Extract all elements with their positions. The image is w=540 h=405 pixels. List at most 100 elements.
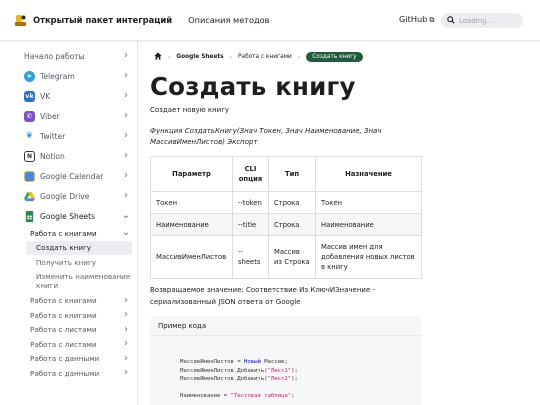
top-navbar: Открытый пакет интеграций Описания метод… xyxy=(0,0,540,40)
table-row: МассивИменЛистов --sheets Массив из Стро… xyxy=(150,235,422,279)
breadcrumb-separator: › xyxy=(229,53,233,61)
breadcrumb-item[interactable]: Работа с книгами xyxy=(238,54,292,60)
sidebar-item-label: Начало работы xyxy=(24,51,85,61)
sidebar-item-notion[interactable]: N Notion › xyxy=(20,146,132,166)
code-string: "Тестовая таблица" xyxy=(230,393,292,399)
chevron-down-icon: ⌄ xyxy=(121,227,131,239)
main-content: › Google Sheets › Работа с книгами › Соз… xyxy=(150,40,540,405)
code-token: ); xyxy=(291,376,298,382)
breadcrumb-separator: › xyxy=(297,53,301,61)
sidebar: Начало работы › ➤ Telegram › vk VK › ✆ V… xyxy=(0,40,138,405)
code-example: Пример кода МассивИменЛистов = Новый Мас… xyxy=(150,316,422,405)
sidebar-item-label: Работа с листами xyxy=(30,339,97,349)
table-cell: --token xyxy=(232,191,269,214)
notion-icon: N xyxy=(24,150,35,162)
sidebar-item-label: Работа с книгами xyxy=(30,310,97,320)
sidebar-item-viber[interactable]: ✆ Viber › xyxy=(20,106,132,126)
sidebar-item-rename-book[interactable]: Изменить наименование книги xyxy=(26,270,132,294)
function-signature: Функция СоздатьКнигу(Знач Токен, Знач На… xyxy=(150,127,382,146)
chevron-right-icon: › xyxy=(124,170,128,181)
chevron-right-icon: › xyxy=(124,367,128,379)
table-header: Параметр xyxy=(150,156,233,192)
breadcrumb-item[interactable]: Google Sheets xyxy=(176,54,223,60)
sidebar-item-label: Создать книгу xyxy=(36,243,92,253)
sidebar-category[interactable]: Работа с данными › xyxy=(26,352,132,367)
brand-link[interactable]: Открытый пакет интеграций xyxy=(14,14,172,27)
breadcrumb-separator: › xyxy=(168,53,171,61)
table-header: Тип xyxy=(268,156,316,192)
github-link[interactable]: GitHub ⧉ xyxy=(399,14,434,25)
sidebar-item-label: Работа с книгами xyxy=(30,296,97,306)
sidebar-item-create-book[interactable]: Создать книгу xyxy=(26,240,132,255)
sidebar-category[interactable]: Работа с листами › xyxy=(26,337,132,352)
chevron-right-icon: › xyxy=(124,150,128,161)
breadcrumb: › Google Sheets › Работа с книгами › Соз… xyxy=(150,52,363,62)
sidebar-item-label: Изменить наименование книги xyxy=(36,271,131,290)
chevron-right-icon: › xyxy=(124,338,128,350)
table-header-row: Параметр CLI опция Тип Назначение xyxy=(150,156,422,192)
sidebar-item-label: VK xyxy=(40,91,51,101)
code-token: МассивИменЛистов = xyxy=(180,359,244,365)
table-cell: Массив имен для добавления новых листов … xyxy=(315,235,422,279)
code-line: Наименование = "Тестовая таблица"; xyxy=(180,392,422,401)
sidebar-item-label: Работа с данными xyxy=(30,368,100,378)
sidebar-item-getting-started[interactable]: Начало работы › xyxy=(20,46,132,66)
sidebar-item-label: Получить книгу xyxy=(36,257,97,267)
sidebar-item-label: Notion xyxy=(40,151,65,161)
table-cell: Токен xyxy=(150,191,233,214)
chevron-right-icon: › xyxy=(124,190,128,201)
search-box[interactable] xyxy=(441,13,523,28)
chevron-right-icon: › xyxy=(124,50,128,61)
chevron-right-icon: › xyxy=(124,309,128,321)
table-cell: Строка xyxy=(268,191,316,214)
google-drive-icon xyxy=(24,191,35,201)
search-input[interactable] xyxy=(459,16,514,25)
sidebar-item-label: Работа с книгами xyxy=(30,228,97,238)
code-title: Пример кода xyxy=(150,316,422,336)
chevron-right-icon: › xyxy=(124,110,128,121)
table-cell: Токен xyxy=(315,191,422,214)
code-keyword: Новый xyxy=(244,359,261,365)
page-title: Создать книгу xyxy=(150,72,356,101)
external-link-icon: ⧉ xyxy=(429,16,435,24)
home-icon[interactable] xyxy=(154,52,162,62)
sidebar-item-label: Работа с листами xyxy=(30,325,97,335)
twitter-icon: ❦ xyxy=(24,130,35,142)
code-body[interactable]: МассивИменЛистов = Новый Массив; МассивИм… xyxy=(150,336,422,401)
chevron-right-icon: › xyxy=(124,323,128,335)
page-description: Создает новую книгу xyxy=(150,106,230,114)
sidebar-item-google-calendar[interactable]: Google Calendar › xyxy=(20,166,132,186)
sidebar-item-get-book[interactable]: Получить книгу xyxy=(26,255,132,270)
sidebar-item-twitter[interactable]: ❦ Twitter › xyxy=(20,126,132,146)
sidebar-item-label: Google Drive xyxy=(40,191,90,201)
code-string: "Лист2" xyxy=(267,376,292,382)
sidebar-category[interactable]: Работа с книгами › xyxy=(26,294,132,309)
chevron-right-icon: › xyxy=(124,90,128,101)
sidebar-category[interactable]: Работа с листами › xyxy=(26,323,132,338)
sidebar-item-label: Google Sheets xyxy=(40,211,96,221)
search-icon xyxy=(447,15,455,26)
code-token: МассивИменЛистов.Добавить( xyxy=(180,376,268,382)
sidebar-item-vk[interactable]: vk VK › xyxy=(20,86,132,106)
sidebar-item-google-drive[interactable]: Google Drive › xyxy=(20,186,132,206)
nav-link-methods[interactable]: Описания методов xyxy=(188,15,269,25)
parameters-table: Параметр CLI опция Тип Назначение Токен … xyxy=(150,156,422,279)
table-cell: Строка xyxy=(268,213,316,236)
table-cell: Наименование xyxy=(150,213,233,236)
table-cell: Наименование xyxy=(315,213,422,236)
code-line: МассивИменЛистов.Добавить("Лист1"); xyxy=(180,367,422,376)
sidebar-item-label: Twitter xyxy=(40,131,66,141)
table-header: CLI опция xyxy=(232,156,269,192)
sidebar-category-books[interactable]: Работа с книгами ⌄ xyxy=(26,226,132,241)
sidebar-item-telegram[interactable]: ➤ Telegram › xyxy=(20,66,132,86)
chevron-right-icon: › xyxy=(124,70,128,81)
google-sheets-icon xyxy=(25,210,34,222)
sidebar-item-google-sheets[interactable]: Google Sheets ⌄ xyxy=(20,206,132,226)
code-string: "Лист1" xyxy=(267,367,292,374)
github-label: GitHub xyxy=(399,14,428,24)
code-line: МассивИменЛистов = Новый Массив; xyxy=(180,358,422,367)
table-row: Токен --token Строка Токен xyxy=(150,191,422,214)
code-token: МассивИменЛистов.Добавить( xyxy=(180,367,268,374)
sidebar-category[interactable]: Работа с данными › xyxy=(26,366,132,381)
sidebar-category[interactable]: Работа с книгами › xyxy=(26,308,132,323)
